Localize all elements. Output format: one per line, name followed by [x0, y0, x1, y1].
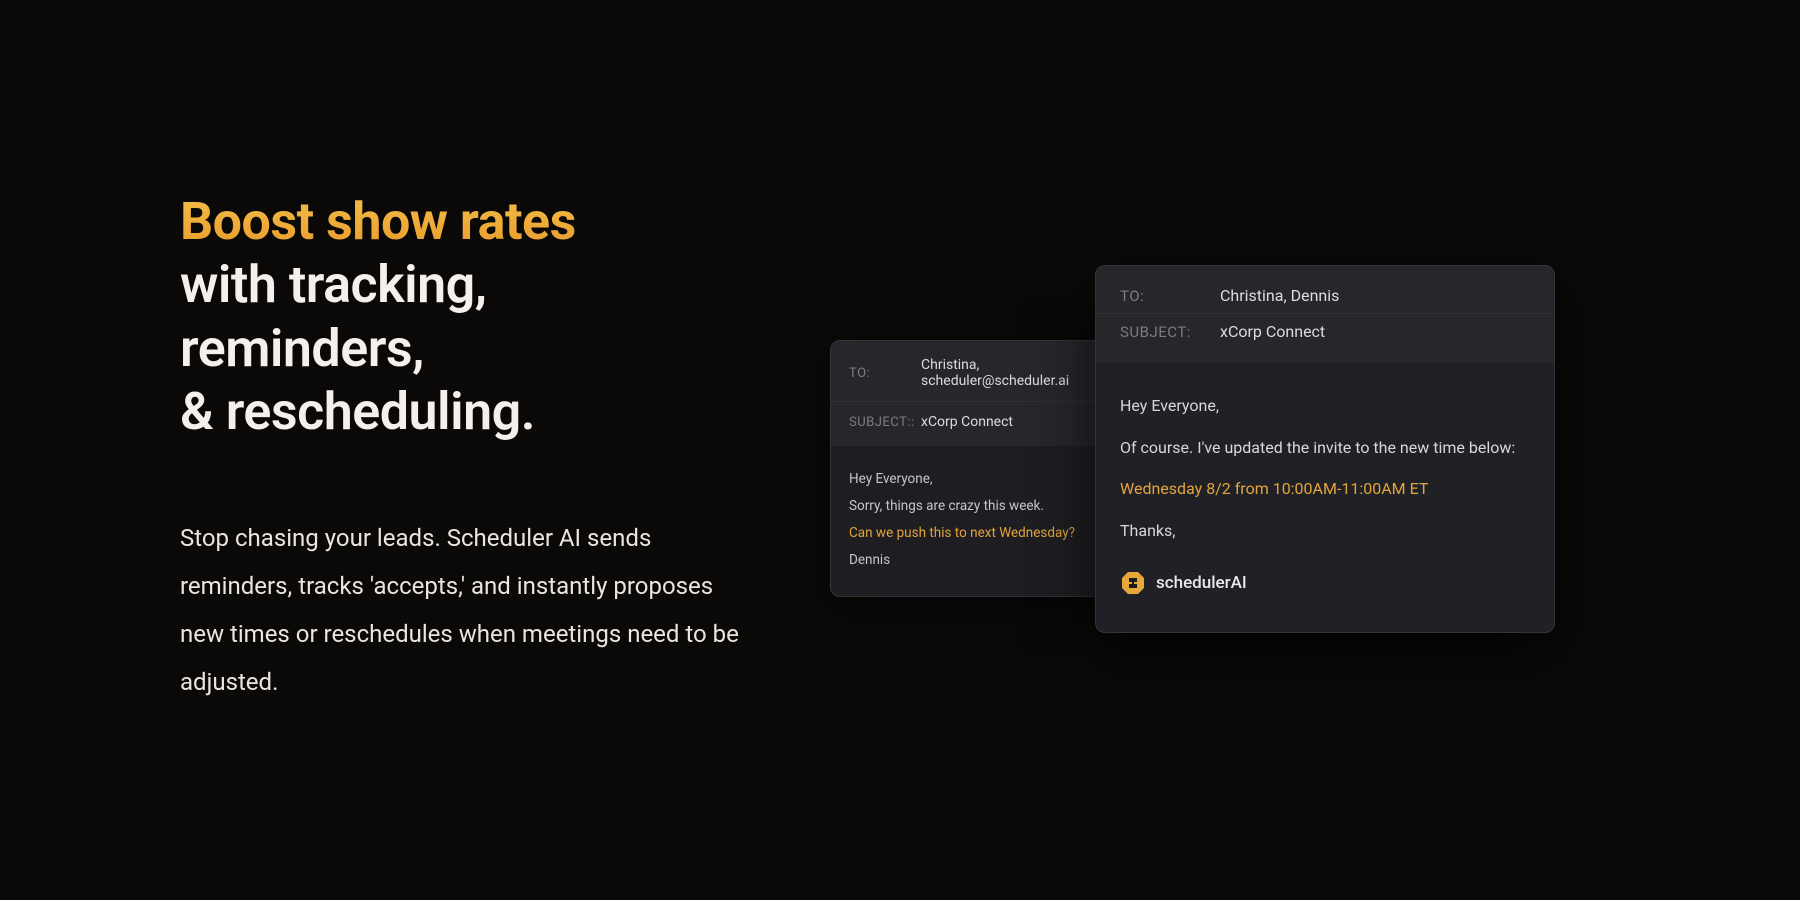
- page-container: Boost show rates with tracking, reminder…: [0, 0, 1800, 900]
- subject-value: xCorp Connect: [1220, 322, 1325, 341]
- email-back-subject-row: SUBJECT:: xCorp Connect: [831, 402, 1139, 442]
- subject-value: xCorp Connect: [921, 414, 1013, 430]
- body-line: Dennis: [849, 547, 1121, 574]
- email-front-subject-row: SUBJECT: xCorp Connect: [1096, 314, 1554, 359]
- headline-line-2: reminders,: [180, 317, 740, 380]
- headline: Boost show rates with tracking, reminder…: [180, 190, 740, 444]
- to-label: TO:: [849, 366, 921, 381]
- email-back-to-row: TO: Christina, scheduler@scheduler.ai: [831, 345, 1139, 401]
- email-front-body: Hey Everyone, Of course. I've updated th…: [1096, 363, 1554, 632]
- email-card-back: TO: Christina, scheduler@scheduler.ai SU…: [830, 340, 1140, 597]
- to-value: Christina, scheduler@scheduler.ai: [921, 357, 1121, 389]
- email-mockups: TO: Christina, scheduler@scheduler.ai SU…: [740, 190, 1800, 900]
- subheadline: Stop chasing your leads. Scheduler AI se…: [180, 514, 740, 706]
- body-highlight-line: Can we push this to next Wednesday?: [849, 520, 1121, 547]
- scheduler-logo-icon: [1120, 570, 1146, 596]
- body-line: Thanks,: [1120, 510, 1530, 552]
- brand-text: schedulerAI: [1156, 561, 1247, 605]
- subject-label: SUBJECT::: [849, 415, 921, 430]
- body-line: Sorry, things are crazy this week.: [849, 493, 1121, 520]
- headline-accent: Boost show rates: [180, 190, 740, 253]
- headline-line-1: with tracking,: [180, 253, 740, 316]
- email-back-header: TO: Christina, scheduler@scheduler.ai SU…: [831, 341, 1139, 446]
- to-label: TO:: [1120, 287, 1220, 305]
- body-highlight-line: Wednesday 8/2 from 10:00AM-11:00AM ET: [1120, 468, 1530, 510]
- email-card-front: TO: Christina, Dennis SUBJECT: xCorp Con…: [1095, 265, 1555, 633]
- subject-label: SUBJECT:: [1120, 323, 1220, 341]
- email-front-header: TO: Christina, Dennis SUBJECT: xCorp Con…: [1096, 266, 1554, 363]
- email-front-to-row: TO: Christina, Dennis: [1096, 270, 1554, 313]
- body-line: Of course. I've updated the invite to th…: [1120, 427, 1530, 469]
- body-line: Hey Everyone,: [849, 466, 1121, 493]
- body-line: Hey Everyone,: [1120, 385, 1530, 427]
- to-value: Christina, Dennis: [1220, 286, 1339, 305]
- email-back-body: Hey Everyone, Sorry, things are crazy th…: [831, 446, 1139, 596]
- brand-row: schedulerAI: [1120, 561, 1530, 605]
- hero-copy: Boost show rates with tracking, reminder…: [180, 190, 740, 900]
- headline-line-3: & rescheduling.: [180, 380, 740, 443]
